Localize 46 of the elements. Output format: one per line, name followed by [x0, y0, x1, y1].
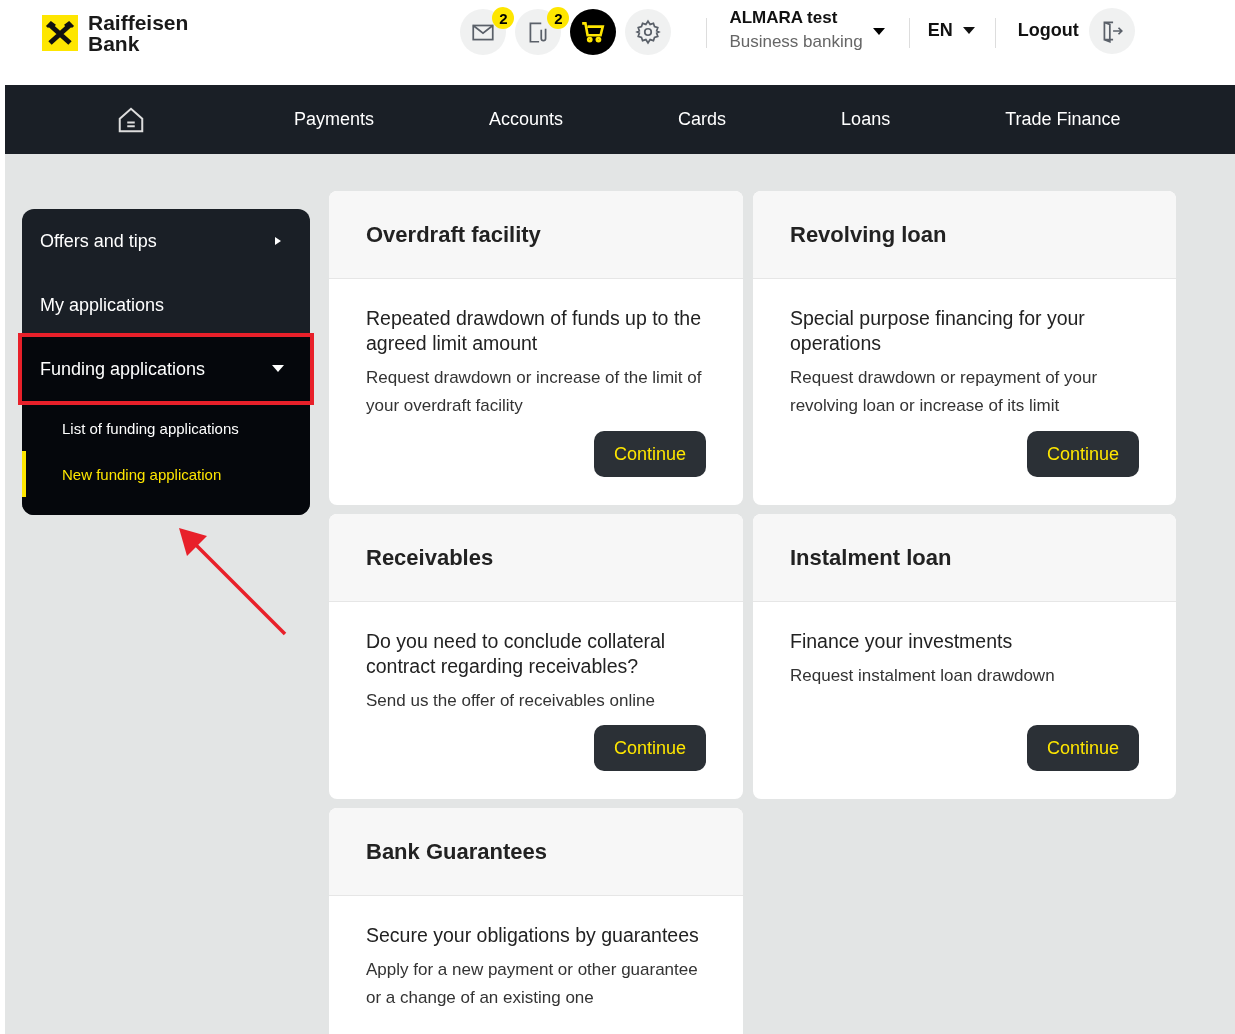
- logo-icon: [42, 15, 78, 51]
- language-dropdown[interactable]: EN: [927, 20, 975, 41]
- cart-button[interactable]: [570, 9, 617, 55]
- user-name: ALMARA test: [729, 8, 839, 28]
- card-description: Request drawdown or increase of the limit of your overdraft facility: [366, 367, 703, 417]
- submenu-item[interactable]: New funding application: [22, 451, 310, 497]
- card-description: Send us the offer of receivables online: [366, 690, 656, 712]
- logout-button[interactable]: Logout: [1017, 20, 1079, 41]
- count-badge: 2: [547, 7, 570, 29]
- nav-link[interactable]: Cards: [678, 109, 727, 130]
- card-description: Request drawdown or repayment of your revolving loan or increase of its limit: [790, 367, 1099, 417]
- continue-button[interactable]: Continue: [1027, 725, 1139, 771]
- card-heading: Special purpose financing for your operations: [790, 306, 1086, 356]
- settings-button[interactable]: [625, 9, 672, 55]
- count-badge: 2: [492, 7, 515, 29]
- caret-icon: [962, 26, 975, 35]
- settings-icon: [635, 19, 662, 45]
- logout-icon-button[interactable]: [1088, 8, 1135, 54]
- card-description: Request instalment loan drawdown: [790, 665, 1056, 687]
- card-heading: Do you need to conclude collateral contract regarding receivables?: [366, 629, 667, 679]
- card-heading: Repeated drawdown of funds up to the agreed limit amount: [366, 306, 702, 356]
- caret-icon: [872, 28, 885, 36]
- document-button[interactable]: [515, 9, 562, 55]
- nav-link[interactable]: Trade Finance: [1005, 109, 1121, 130]
- nav-link[interactable]: Loans: [841, 109, 891, 130]
- user-subtitle: Business banking: [729, 32, 863, 52]
- sidebar-item[interactable]: My applications: [22, 273, 310, 337]
- card-title: Receivables: [329, 514, 743, 602]
- sidebar-item[interactable]: Offers and tips: [22, 209, 310, 273]
- submenu-item[interactable]: List of funding applications: [22, 405, 310, 451]
- card-title: Bank Guarantees: [329, 808, 743, 896]
- card-title: Instalment loan: [753, 514, 1176, 602]
- caret-icon: [272, 365, 284, 373]
- continue-button[interactable]: Continue: [594, 431, 706, 477]
- card-title: Overdraft facility: [329, 191, 743, 279]
- card-heading: Secure your obligations by guarantees: [366, 923, 700, 948]
- card-description: Apply for a new payment or other guarantee or a change of an existing one: [366, 959, 699, 1009]
- logo-text: Raiffeisen Bank: [88, 12, 189, 54]
- card-heading: Finance your investments: [790, 629, 1014, 654]
- continue-button[interactable]: Continue: [1027, 431, 1139, 477]
- card-title: Revolving loan: [753, 191, 1176, 279]
- nav-link[interactable]: Payments: [294, 109, 375, 130]
- cart-icon: [580, 19, 607, 45]
- nav-link[interactable]: Accounts: [489, 109, 564, 130]
- mail-button[interactable]: [460, 9, 507, 55]
- continue-button[interactable]: Continue: [594, 725, 706, 771]
